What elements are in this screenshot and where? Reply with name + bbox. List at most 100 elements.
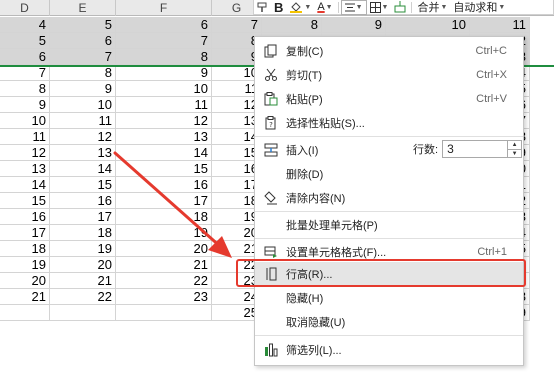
- cell-d[interactable]: 19: [0, 257, 50, 273]
- rows-count-label: 行数:: [413, 144, 439, 156]
- cell-d[interactable]: 17: [0, 225, 50, 241]
- cell-f[interactable]: 23: [116, 289, 212, 305]
- cell-e[interactable]: 15: [50, 177, 116, 193]
- cell-e[interactable]: 14: [50, 161, 116, 177]
- column-header-e[interactable]: E: [50, 0, 116, 16]
- cell-d[interactable]: 13: [0, 161, 50, 177]
- cell-f[interactable]: [116, 305, 212, 321]
- menu-divider: [255, 136, 523, 137]
- menu-shortcut: Ctrl+V: [476, 93, 507, 105]
- cell-f[interactable]: 6: [116, 17, 212, 33]
- cell-i[interactable]: 9: [322, 17, 386, 33]
- menu-item-hide[interactable]: 隐藏(H): [255, 286, 523, 310]
- merge-button[interactable]: 合并 ▼: [414, 0, 450, 15]
- cell-e[interactable]: 13: [50, 145, 116, 161]
- format-painter-icon[interactable]: [254, 0, 271, 15]
- cell-k[interactable]: 11: [470, 17, 530, 33]
- menu-item-unhide[interactable]: 取消隐藏(U): [255, 310, 523, 334]
- menu-item-clear-contents[interactable]: 清除内容(N): [255, 186, 523, 210]
- cell-e[interactable]: 8: [50, 65, 116, 81]
- align-icon[interactable]: ▼: [340, 0, 367, 15]
- cell-e[interactable]: 16: [50, 193, 116, 209]
- cell-d[interactable]: 20: [0, 273, 50, 289]
- copy-icon: [264, 44, 277, 58]
- menu-item-filter-columns[interactable]: 筛选列(L)...: [255, 338, 523, 362]
- cell-e[interactable]: [50, 305, 116, 321]
- menu-item-paste[interactable]: 粘贴(P) Ctrl+V: [255, 87, 523, 111]
- cell-f[interactable]: 8: [116, 49, 212, 65]
- cell-f[interactable]: 21: [116, 257, 212, 273]
- cell-f[interactable]: 20: [116, 241, 212, 257]
- cell-d[interactable]: 8: [0, 81, 50, 97]
- rows-count-input[interactable]: 3 ▲ ▼: [442, 140, 523, 158]
- cell-d[interactable]: 11: [0, 129, 50, 145]
- cell-d[interactable]: [0, 305, 50, 321]
- cell-f[interactable]: 13: [116, 129, 212, 145]
- rows-count-value: 3: [447, 142, 454, 156]
- cell-d[interactable]: 6: [0, 49, 50, 65]
- autosum-button[interactable]: 自动求和 ▼: [450, 0, 508, 15]
- font-color-button[interactable]: A ▼: [314, 0, 335, 15]
- cell-d[interactable]: 15: [0, 193, 50, 209]
- cell-f[interactable]: 9: [116, 65, 212, 81]
- cell-f[interactable]: 14: [116, 145, 212, 161]
- insert-cell-icon[interactable]: [391, 0, 409, 15]
- menu-item-delete[interactable]: 删除(D): [255, 162, 523, 186]
- cell-f[interactable]: 17: [116, 193, 212, 209]
- menu-item-batch-process[interactable]: 批量处理单元格(P): [255, 213, 523, 237]
- cell-f[interactable]: 15: [116, 161, 212, 177]
- stepper-up-icon[interactable]: ▲: [508, 141, 521, 149]
- cell-e[interactable]: 9: [50, 81, 116, 97]
- cell-f[interactable]: 16: [116, 177, 212, 193]
- cell-e[interactable]: 6: [50, 33, 116, 49]
- bold-button[interactable]: B: [271, 0, 286, 15]
- cell-e[interactable]: 12: [50, 129, 116, 145]
- cell-e[interactable]: 18: [50, 225, 116, 241]
- cell-d[interactable]: 12: [0, 145, 50, 161]
- cell-e[interactable]: 7: [50, 49, 116, 65]
- border-icon[interactable]: ▼: [367, 0, 392, 15]
- menu-shortcut: Ctrl+X: [476, 69, 507, 81]
- menu-label: 插入(I): [286, 145, 319, 157]
- cell-f[interactable]: 18: [116, 209, 212, 225]
- cell-f[interactable]: 22: [116, 273, 212, 289]
- menu-item-paste-special[interactable]: ? 选择性粘贴(S)...: [255, 111, 523, 135]
- menu-item-insert[interactable]: 插入(I) 行数: 3 ▲ ▼: [255, 138, 523, 162]
- cell-d[interactable]: 5: [0, 33, 50, 49]
- menu-item-copy[interactable]: 复制(C) Ctrl+C: [255, 39, 523, 63]
- eraser-icon: [264, 191, 277, 205]
- cell-f[interactable]: 19: [116, 225, 212, 241]
- column-header-f[interactable]: F: [116, 0, 212, 16]
- cell-e[interactable]: 5: [50, 17, 116, 33]
- column-header-d[interactable]: D: [0, 0, 50, 16]
- cell-e[interactable]: 21: [50, 273, 116, 289]
- cell-h[interactable]: 8: [262, 17, 322, 33]
- cell-d[interactable]: 14: [0, 177, 50, 193]
- cell-d[interactable]: 9: [0, 97, 50, 113]
- cell-g[interactable]: 7: [212, 17, 262, 33]
- cell-d[interactable]: 21: [0, 289, 50, 305]
- cell-e[interactable]: 22: [50, 289, 116, 305]
- cell-d[interactable]: 4: [0, 17, 50, 33]
- cell-f[interactable]: 7: [116, 33, 212, 49]
- cell-e[interactable]: 17: [50, 209, 116, 225]
- cell-e[interactable]: 19: [50, 241, 116, 257]
- cell-f[interactable]: 12: [116, 113, 212, 129]
- cell-e[interactable]: 20: [50, 257, 116, 273]
- fill-color-icon[interactable]: ▼: [286, 0, 314, 15]
- menu-item-cut[interactable]: 剪切(T) Ctrl+X: [255, 63, 523, 87]
- insert-rows-icon: [264, 143, 278, 157]
- cell-j[interactable]: 10: [386, 17, 470, 33]
- cell-d[interactable]: 7: [0, 65, 50, 81]
- cell-f[interactable]: 10: [116, 81, 212, 97]
- cell-d[interactable]: 18: [0, 241, 50, 257]
- cell-d[interactable]: 10: [0, 113, 50, 129]
- cell-f[interactable]: 11: [116, 97, 212, 113]
- table-row[interactable]: 4 5 6 7 8 9 10 11: [0, 17, 554, 33]
- rows-count-stepper[interactable]: ▲ ▼: [507, 141, 522, 158]
- stepper-down-icon[interactable]: ▼: [508, 149, 522, 158]
- menu-label: 筛选列(L)...: [286, 345, 342, 357]
- cell-e[interactable]: 11: [50, 113, 116, 129]
- cell-d[interactable]: 16: [0, 209, 50, 225]
- cell-e[interactable]: 10: [50, 97, 116, 113]
